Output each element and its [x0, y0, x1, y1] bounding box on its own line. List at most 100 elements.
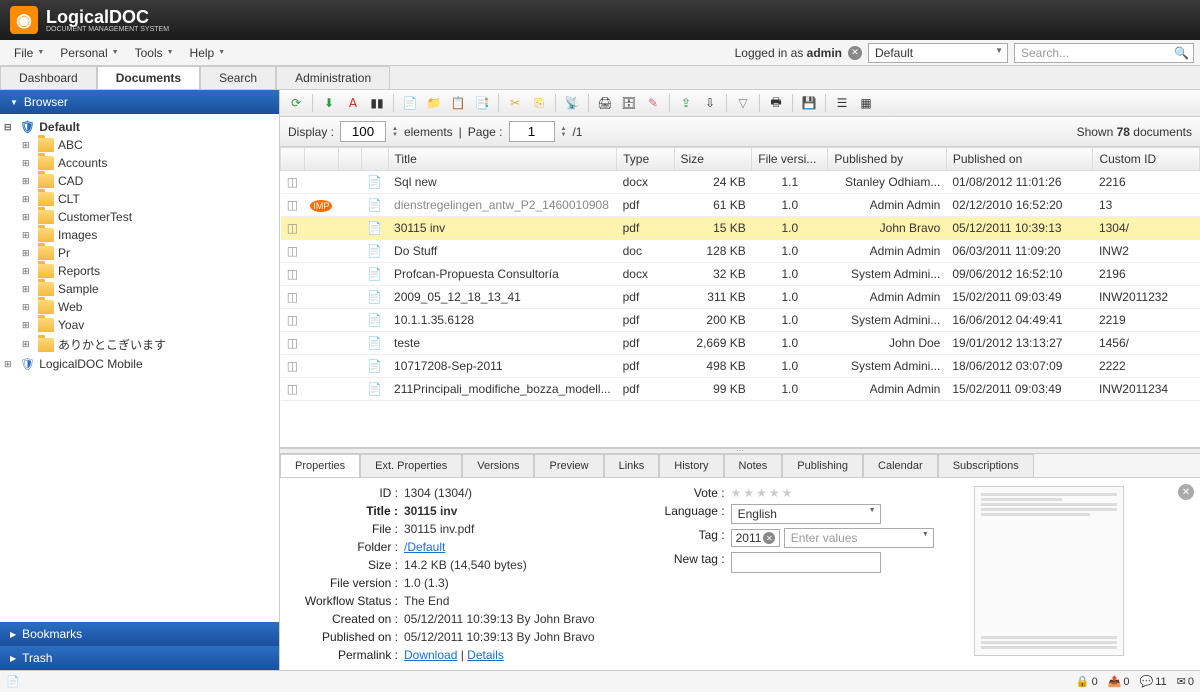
page-input[interactable] — [509, 121, 555, 142]
row-handle-icon[interactable]: ◫ — [287, 221, 298, 235]
add-document-icon[interactable]: 📄 — [400, 93, 420, 113]
row-handle-icon[interactable]: ◫ — [287, 382, 298, 396]
table-row[interactable]: ◫📄Do Stuffdoc128 KB1.0Admin Admin06/03/2… — [281, 240, 1200, 263]
export-icon[interactable]: ⇪ — [676, 93, 696, 113]
panel-bookmarks[interactable]: Bookmarks — [0, 622, 279, 646]
folder-item[interactable]: ⊞CustomerTest — [22, 208, 275, 226]
tab-search[interactable]: Search — [200, 66, 276, 89]
folder-item[interactable]: ⊞Pr — [22, 244, 275, 262]
column-header[interactable]: Title — [388, 148, 617, 171]
detail-tab-notes[interactable]: Notes — [724, 454, 783, 477]
sign-icon[interactable]: ✎ — [643, 93, 663, 113]
tree-toggle-icon[interactable]: ⊞ — [22, 320, 34, 331]
tag-remove-icon[interactable]: ✕ — [763, 532, 775, 544]
folder-item[interactable]: ⊞Sample — [22, 280, 275, 298]
grid-view-icon[interactable]: ▦ — [856, 93, 876, 113]
folder-item[interactable]: ⊞CLT — [22, 190, 275, 208]
row-handle-icon[interactable]: ◫ — [287, 244, 298, 258]
barcode-icon[interactable]: ▮▮ — [367, 93, 387, 113]
save-view-icon[interactable]: 💾 — [799, 93, 819, 113]
cut-icon[interactable]: ✂ — [505, 93, 525, 113]
logout-icon[interactable]: ✕ — [848, 46, 862, 60]
document-thumbnail[interactable] — [974, 486, 1124, 656]
details-link[interactable]: Details — [467, 648, 504, 662]
pdf-icon[interactable]: 𝖠 — [343, 93, 363, 113]
status-checked-out[interactable]: 📤0 — [1108, 675, 1130, 688]
import-icon[interactable]: ⇩ — [700, 93, 720, 113]
column-header[interactable]: Published on — [946, 148, 1093, 171]
folder-link[interactable]: /Default — [404, 540, 445, 554]
row-handle-icon[interactable]: ◫ — [287, 198, 298, 212]
tree-toggle-icon[interactable]: ⊞ — [22, 158, 34, 169]
detail-tab-links[interactable]: Links — [604, 454, 660, 477]
table-row[interactable]: ◫📄Sql newdocx24 KB1.1Stanley Odhiam...01… — [281, 171, 1200, 194]
filter-icon[interactable]: ▽ — [733, 93, 753, 113]
table-row[interactable]: ◫📄30115 invpdf15 KB1.0John Bravo05/12/20… — [281, 217, 1200, 240]
list-view-icon[interactable]: ☰ — [832, 93, 852, 113]
column-header[interactable]: Custom ID — [1093, 148, 1200, 171]
row-handle-icon[interactable]: ◫ — [287, 359, 298, 373]
folder-item[interactable]: ⊞CAD — [22, 172, 275, 190]
rss-icon[interactable]: 📡 — [562, 93, 582, 113]
search-input[interactable]: Search... 🔍 — [1014, 43, 1194, 63]
tree-toggle-icon[interactable]: ⊞ — [22, 266, 34, 277]
tab-administration[interactable]: Administration — [276, 66, 390, 89]
download-link[interactable]: Download — [404, 648, 457, 662]
status-messages[interactable]: 💬11 — [1140, 675, 1167, 688]
folder-item[interactable]: ⊞Web — [22, 298, 275, 316]
table-row[interactable]: ◫📄Profcan-Propuesta Consultoríadocx32 KB… — [281, 263, 1200, 286]
column-header[interactable] — [304, 148, 338, 171]
tree-toggle-icon[interactable]: ⊟ — [4, 122, 16, 133]
tree-toggle-icon[interactable]: ⊞ — [22, 230, 34, 241]
table-row[interactable]: ◫IMP📄dienstregelingen_antw_P2_1460010908… — [281, 194, 1200, 217]
row-handle-icon[interactable]: ◫ — [287, 267, 298, 281]
detail-tab-calendar[interactable]: Calendar — [863, 454, 938, 477]
newtag-input[interactable] — [731, 552, 881, 573]
column-header[interactable]: File versi... — [752, 148, 828, 171]
tree-toggle-icon[interactable]: ⊞ — [22, 248, 34, 259]
tree-toggle-icon[interactable]: ⊞ — [4, 359, 16, 370]
per-page-input[interactable] — [340, 121, 386, 142]
tree-toggle-icon[interactable]: ⊞ — [22, 339, 34, 350]
column-header[interactable] — [281, 148, 305, 171]
print-icon[interactable]: 🖶 — [766, 93, 786, 113]
detail-tab-properties[interactable]: Properties — [280, 454, 360, 477]
scan-icon[interactable]: 🖨 — [595, 93, 615, 113]
column-header[interactable] — [361, 148, 388, 171]
language-select[interactable]: English — [731, 504, 881, 524]
menu-file[interactable]: File — [6, 42, 52, 64]
status-mail[interactable]: ✉0 — [1177, 675, 1194, 688]
row-handle-icon[interactable]: ◫ — [287, 313, 298, 327]
panel-browser[interactable]: Browser — [0, 90, 279, 114]
table-row[interactable]: ◫📄10717208-Sep-2011pdf498 KB1.0System Ad… — [281, 355, 1200, 378]
tree-extra-root[interactable]: ⊞ 🛡 LogicalDOC Mobile — [4, 355, 275, 373]
search-icon[interactable]: 🔍 — [1174, 46, 1189, 60]
tab-dashboard[interactable]: Dashboard — [0, 66, 97, 89]
tree-toggle-icon[interactable]: ⊞ — [22, 302, 34, 313]
refresh-icon[interactable]: ⟳ — [286, 93, 306, 113]
table-row[interactable]: ◫📄testepdf2,669 KB1.0John Doe19/01/2012 … — [281, 332, 1200, 355]
detail-tab-versions[interactable]: Versions — [462, 454, 534, 477]
row-handle-icon[interactable]: ◫ — [287, 336, 298, 350]
row-handle-icon[interactable]: ◫ — [287, 290, 298, 304]
add-folder-icon[interactable]: 📁 — [424, 93, 444, 113]
menu-tools[interactable]: Tools — [127, 42, 182, 64]
tree-toggle-icon[interactable]: ⊞ — [22, 140, 34, 151]
table-row[interactable]: ◫📄10.1.1.35.6128pdf200 KB1.0System Admin… — [281, 309, 1200, 332]
detail-tab-ext-properties[interactable]: Ext. Properties — [360, 454, 462, 477]
vote-stars[interactable]: ★★★★★ — [731, 486, 795, 500]
tag-chip[interactable]: 2011✕ — [731, 529, 781, 547]
download-icon[interactable]: ⬇ — [319, 93, 339, 113]
tree-root[interactable]: ⊟ 🛡 Default — [4, 118, 275, 136]
workspace-select[interactable]: Default — [868, 43, 1008, 63]
menu-help[interactable]: Help — [182, 42, 234, 64]
page-spinner[interactable]: ▲▼ — [561, 126, 567, 138]
row-handle-icon[interactable]: ◫ — [287, 175, 298, 189]
detail-tab-subscriptions[interactable]: Subscriptions — [938, 454, 1034, 477]
close-preview-icon[interactable]: ✕ — [1178, 484, 1194, 500]
bulk-icon[interactable]: 📑 — [472, 93, 492, 113]
folder-item[interactable]: ⊞ABC — [22, 136, 275, 154]
copy-icon[interactable]: ⎘ — [529, 93, 549, 113]
tag-input[interactable]: Enter values — [784, 528, 934, 548]
menu-personal[interactable]: Personal — [52, 42, 126, 64]
